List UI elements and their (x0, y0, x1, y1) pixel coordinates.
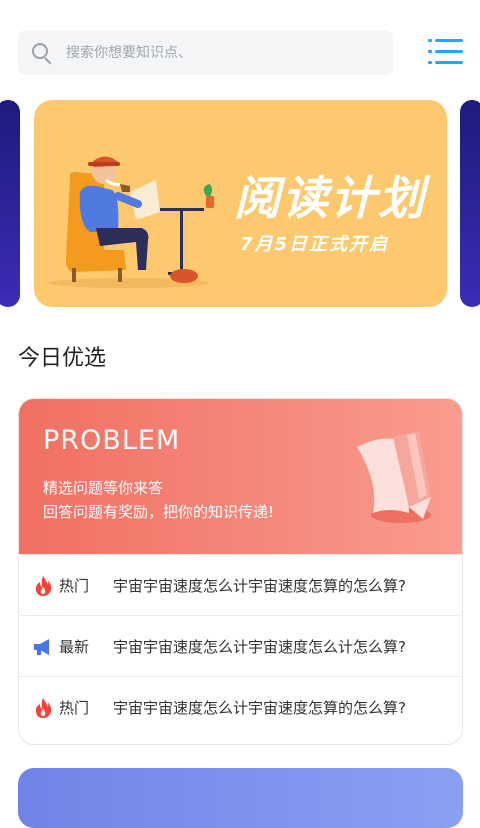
search-input[interactable] (66, 44, 356, 61)
question-row-1[interactable]: 热门 宇宙宇宙速度怎么计宇宙速度怎算的怎么算? (19, 554, 462, 616)
row-tag: 热门 (59, 699, 90, 717)
question-text: 宇宙宇宙速度怎么计宇宙速度怎算的怎么算? (113, 577, 406, 595)
row-tag: 热门 (59, 577, 90, 595)
search-icon (32, 42, 52, 64)
problem-description-line1: 精选问题等你来答 (43, 479, 164, 497)
section-title: 今日优选 (18, 346, 107, 371)
fire-icon (35, 697, 52, 718)
megaphone-icon (34, 638, 49, 655)
reading-plan-banner[interactable]: 阅读计划 7月5日正式开启 (34, 100, 447, 307)
banner-carousel[interactable]: 阅读计划 7月5日正式开启 (0, 100, 480, 308)
problem-card[interactable]: PROBLEM 精选问题等你来答 回答问题有奖励，把你的知识传递! 热门 宇宙宇… (18, 398, 463, 745)
pencil-paper-illustration (357, 431, 431, 523)
menu-icon[interactable] (426, 36, 466, 68)
problem-header[interactable]: PROBLEM 精选问题等你来答 回答问题有奖励，把你的知识传递! (19, 399, 462, 554)
question-text: 宇宙宇宙速度怎么计宇宙速度怎么计怎么算? (113, 638, 406, 656)
problem-description-line2: 回答问题有奖励，把你的知识传递! (43, 503, 275, 521)
search-bar[interactable] (18, 30, 393, 75)
banner-subtitle: 7月5日正式开启 (240, 234, 390, 255)
problem-title: PROBLEM (43, 425, 181, 456)
banner-title: 阅读计划 (234, 171, 426, 225)
reading-man-illustration (49, 156, 214, 288)
top-bar (0, 0, 480, 96)
question-row-3[interactable]: 热门 宇宙宇宙速度怎么计宇宙速度怎算的怎么算? (19, 676, 462, 738)
row-tag: 最新 (59, 638, 90, 656)
next-banner[interactable] (460, 100, 480, 307)
question-text: 宇宙宇宙速度怎么计宇宙速度怎算的怎么算? (113, 699, 406, 717)
question-row-2[interactable]: 最新 宇宙宇宙速度怎么计宇宙速度怎么计怎么算? (19, 615, 462, 677)
next-feature-card[interactable] (18, 768, 463, 828)
fire-icon (35, 575, 52, 596)
previous-banner[interactable] (0, 100, 20, 307)
